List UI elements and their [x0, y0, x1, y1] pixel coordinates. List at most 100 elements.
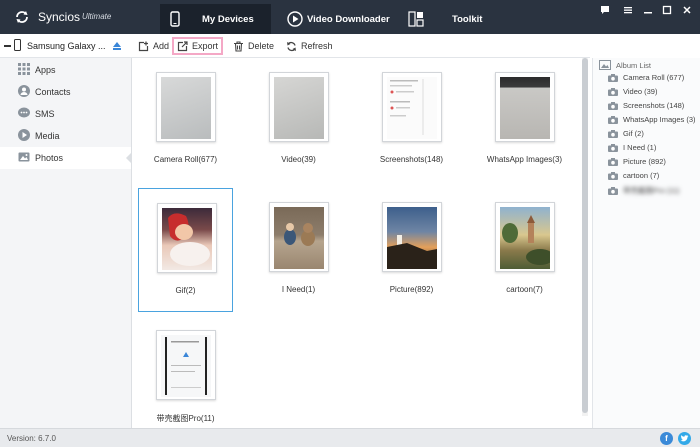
album-list-panel: Album List Camera Roll (677) Video (39) … [592, 58, 700, 428]
status-bar: Version: 6.7.0 f [0, 428, 700, 447]
album-label: Gif(2) [175, 286, 196, 295]
eject-icon[interactable] [113, 42, 121, 50]
export-button[interactable]: Export [172, 37, 224, 55]
album-list-icon [599, 60, 611, 70]
media-icon [18, 129, 30, 141]
tab-my-devices[interactable]: My Devices [160, 4, 271, 34]
sidebar-item-sms[interactable]: SMS [0, 103, 131, 125]
album-thumbnail [269, 202, 329, 272]
sidebar-item-apps[interactable]: Apps [0, 59, 131, 81]
delete-button[interactable]: Delete [233, 37, 274, 55]
album-thumbnail [157, 203, 217, 273]
device-phone-icon [14, 39, 21, 51]
album-thumbnail [156, 330, 216, 400]
apps-grid-icon [18, 63, 30, 75]
album-video[interactable]: Video(39) [251, 58, 346, 182]
tab-video-downloader[interactable]: Video Downloader [287, 4, 392, 34]
album-list-item[interactable]: I Need (1) [608, 143, 656, 152]
sidebar-item-label: Media [35, 131, 60, 141]
maximize-icon[interactable] [660, 5, 674, 19]
album-shell-screenshot-pro[interactable]: 带壳截图Pro(11) [138, 316, 233, 440]
contacts-icon [18, 85, 30, 97]
album-thumbnail [382, 72, 442, 142]
camera-icon [608, 73, 618, 82]
album-list-item[interactable]: Picture (892) [608, 157, 666, 166]
camera-icon [608, 129, 618, 138]
device-name: Samsung Galaxy ... [27, 41, 106, 51]
album-camera-roll[interactable]: Camera Roll(677) [138, 58, 233, 182]
album-label: 带壳截图Pro(11) [156, 414, 215, 423]
album-list-label: 带壳截图Pro (11) [623, 186, 680, 195]
toolbar: Add Export Delete Refresh [132, 34, 590, 58]
app-name: Syncios [38, 10, 81, 24]
app-edition: Ultimate [82, 12, 112, 21]
sms-icon [18, 107, 30, 118]
sidebar-item-label: Apps [35, 65, 56, 75]
i-need-thumbnail [274, 207, 324, 269]
album-label: Picture(892) [389, 285, 434, 294]
tab-toolkit[interactable]: Toolkit [408, 4, 488, 34]
add-icon [138, 41, 149, 51]
album-list-item[interactable]: cartoon (7) [608, 171, 659, 180]
album-list-label: Camera Roll (677) [623, 73, 685, 82]
album-list-item[interactable]: Camera Roll (677) [608, 73, 684, 82]
sidebar: Samsung Galaxy ... Apps Contacts SMS Med… [0, 34, 132, 428]
album-thumbnail [382, 202, 442, 272]
collapse-icon[interactable] [4, 45, 11, 47]
tab-video-downloader-label: Video Downloader [307, 13, 390, 25]
album-thumbnail [495, 202, 555, 272]
album-whatsapp-images[interactable]: WhatsApp Images(3) [477, 58, 572, 182]
album-cartoon[interactable]: cartoon(7) [477, 188, 572, 312]
close-icon[interactable] [680, 5, 694, 19]
sidebar-item-photos[interactable]: Photos [0, 147, 132, 169]
camera-icon [608, 171, 618, 180]
shell-screenshot-thumbnail [161, 335, 211, 397]
add-button[interactable]: Add [138, 37, 169, 55]
menu-icon[interactable] [621, 5, 635, 19]
facebook-icon[interactable]: f [660, 432, 673, 445]
refresh-label: Refresh [301, 41, 333, 51]
album-thumbnail [269, 72, 329, 142]
album-list-item[interactable]: Video (39) [608, 87, 657, 96]
add-label: Add [153, 41, 170, 51]
album-grid: Camera Roll(677) Video(39) Screenshots(1… [132, 58, 590, 428]
album-list-item[interactable]: WhatsApp Images (3) [608, 115, 696, 124]
screenshots-thumbnail [387, 77, 437, 139]
album-thumbnail [156, 72, 216, 142]
album-thumbnail [495, 72, 555, 142]
album-screenshots[interactable]: Screenshots(148) [364, 58, 459, 182]
album-list-label: Video (39) [623, 87, 658, 96]
album-label: Screenshots(148) [379, 155, 444, 164]
sidebar-item-contacts[interactable]: Contacts [0, 81, 131, 103]
refresh-icon [287, 41, 296, 51]
camera-icon [608, 143, 618, 152]
version-text: Version: 6.7.0 [7, 434, 56, 443]
delete-label: Delete [248, 41, 275, 51]
camera-icon [608, 101, 618, 110]
refresh-button[interactable]: Refresh [286, 37, 333, 55]
gif-thumbnail [162, 208, 212, 270]
sidebar-item-media[interactable]: Media [0, 125, 131, 147]
album-list-item[interactable]: Screenshots (148) [608, 101, 684, 110]
album-i-need[interactable]: I Need(1) [251, 188, 346, 312]
album-label: Camera Roll(677) [153, 155, 218, 164]
album-list-item[interactable]: Gif (2) [608, 129, 644, 138]
whatsapp-thumbnail [500, 77, 550, 139]
camera-icon [608, 157, 618, 166]
album-picture[interactable]: Picture(892) [364, 188, 459, 312]
album-label: I Need(1) [281, 285, 316, 294]
twitter-icon[interactable] [678, 432, 691, 445]
camera-roll-thumbnail [161, 77, 211, 139]
album-gif[interactable]: Gif(2) [138, 188, 233, 312]
chat-icon[interactable] [598, 5, 612, 19]
device-selector[interactable]: Samsung Galaxy ... [0, 34, 132, 58]
minimize-icon[interactable] [641, 5, 655, 19]
tab-my-devices-label: My Devices [202, 13, 254, 25]
picture-thumbnail [387, 207, 437, 269]
scrollbar-thumb[interactable] [582, 58, 588, 413]
grid-scrollbar[interactable] [582, 58, 588, 416]
phone-icon [170, 11, 180, 27]
album-list-label: cartoon (7) [623, 171, 660, 180]
play-circle-icon [287, 11, 303, 27]
album-list-item[interactable]: 带壳截图Pro (11) [608, 185, 680, 196]
